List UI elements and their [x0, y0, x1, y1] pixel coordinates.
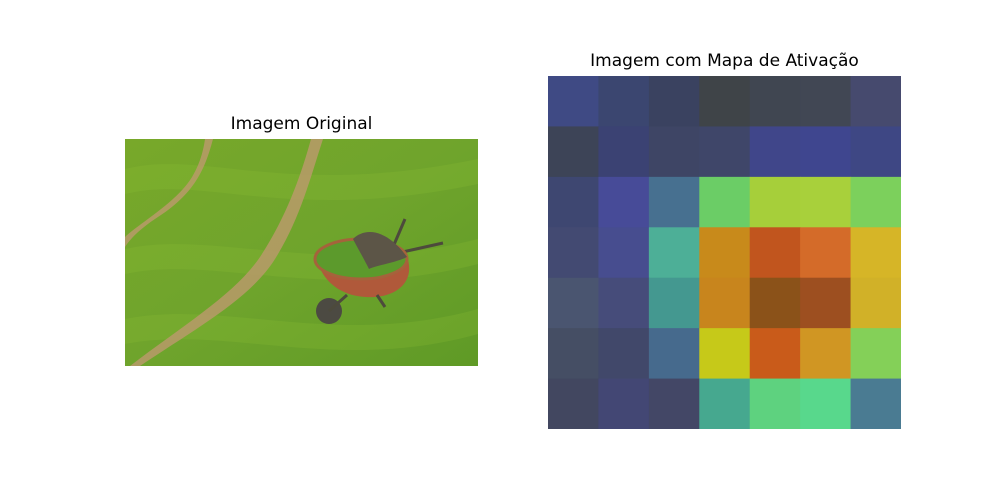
heatmap-cell [800, 328, 852, 380]
activation-map-title: Imagem com Mapa de Ativação [590, 51, 859, 71]
heatmap-cell [850, 277, 901, 329]
activation-heatmap [548, 76, 901, 429]
heatmap-cell [749, 328, 801, 380]
original-image-title: Imagem Original [230, 114, 373, 134]
heatmap-cell [648, 126, 700, 178]
heatmap-cell [699, 378, 751, 429]
heatmap-cell [598, 227, 650, 279]
heatmap-cell [548, 76, 599, 127]
heatmap-cell [548, 176, 599, 228]
heatmap-cell [699, 126, 751, 178]
heatmap-cell [800, 277, 852, 329]
heatmap-cell [800, 76, 852, 127]
heatmap-cell [699, 76, 751, 127]
heatmap-cell [548, 126, 599, 178]
heatmap-cell [850, 378, 901, 429]
heatmap-cell [749, 76, 801, 127]
heatmap-cell [598, 328, 650, 380]
heatmap-cell [850, 126, 901, 178]
heatmap-cell [548, 378, 599, 429]
heatmap-cell [749, 378, 801, 429]
heatmap-cell [850, 227, 901, 279]
heatmap-cell [800, 126, 852, 178]
heatmap-cell [749, 176, 801, 228]
heatmap-cell [598, 126, 650, 178]
heatmap-cell [749, 126, 801, 178]
heatmap-cell [598, 277, 650, 329]
heatmap-cell [699, 328, 751, 380]
heatmap-cell [850, 328, 901, 380]
heatmap-cell [648, 227, 700, 279]
heatmap-cell [699, 277, 751, 329]
heatmap-cell [850, 176, 901, 228]
heatmap-cell [598, 176, 650, 228]
heatmap-cell [648, 277, 700, 329]
heatmap-cell [800, 176, 852, 228]
heatmap-cell [800, 227, 852, 279]
heatmap-cell [699, 176, 751, 228]
heatmap-cell [548, 328, 599, 380]
heatmap-cell [699, 227, 751, 279]
heatmap-cell [800, 378, 852, 429]
original-photo [125, 139, 478, 366]
heatmap-cell [648, 76, 700, 127]
heatmap-cell [850, 76, 901, 127]
heatmap-cell [598, 76, 650, 127]
heatmap-cell [598, 378, 650, 429]
heatmap-cell [548, 227, 599, 279]
heatmap-cell [749, 227, 801, 279]
heatmap-cell [648, 378, 700, 429]
heatmap-cell [648, 176, 700, 228]
heatmap-cell [749, 277, 801, 329]
heatmap-cell [548, 277, 599, 329]
heatmap-cell [648, 328, 700, 380]
